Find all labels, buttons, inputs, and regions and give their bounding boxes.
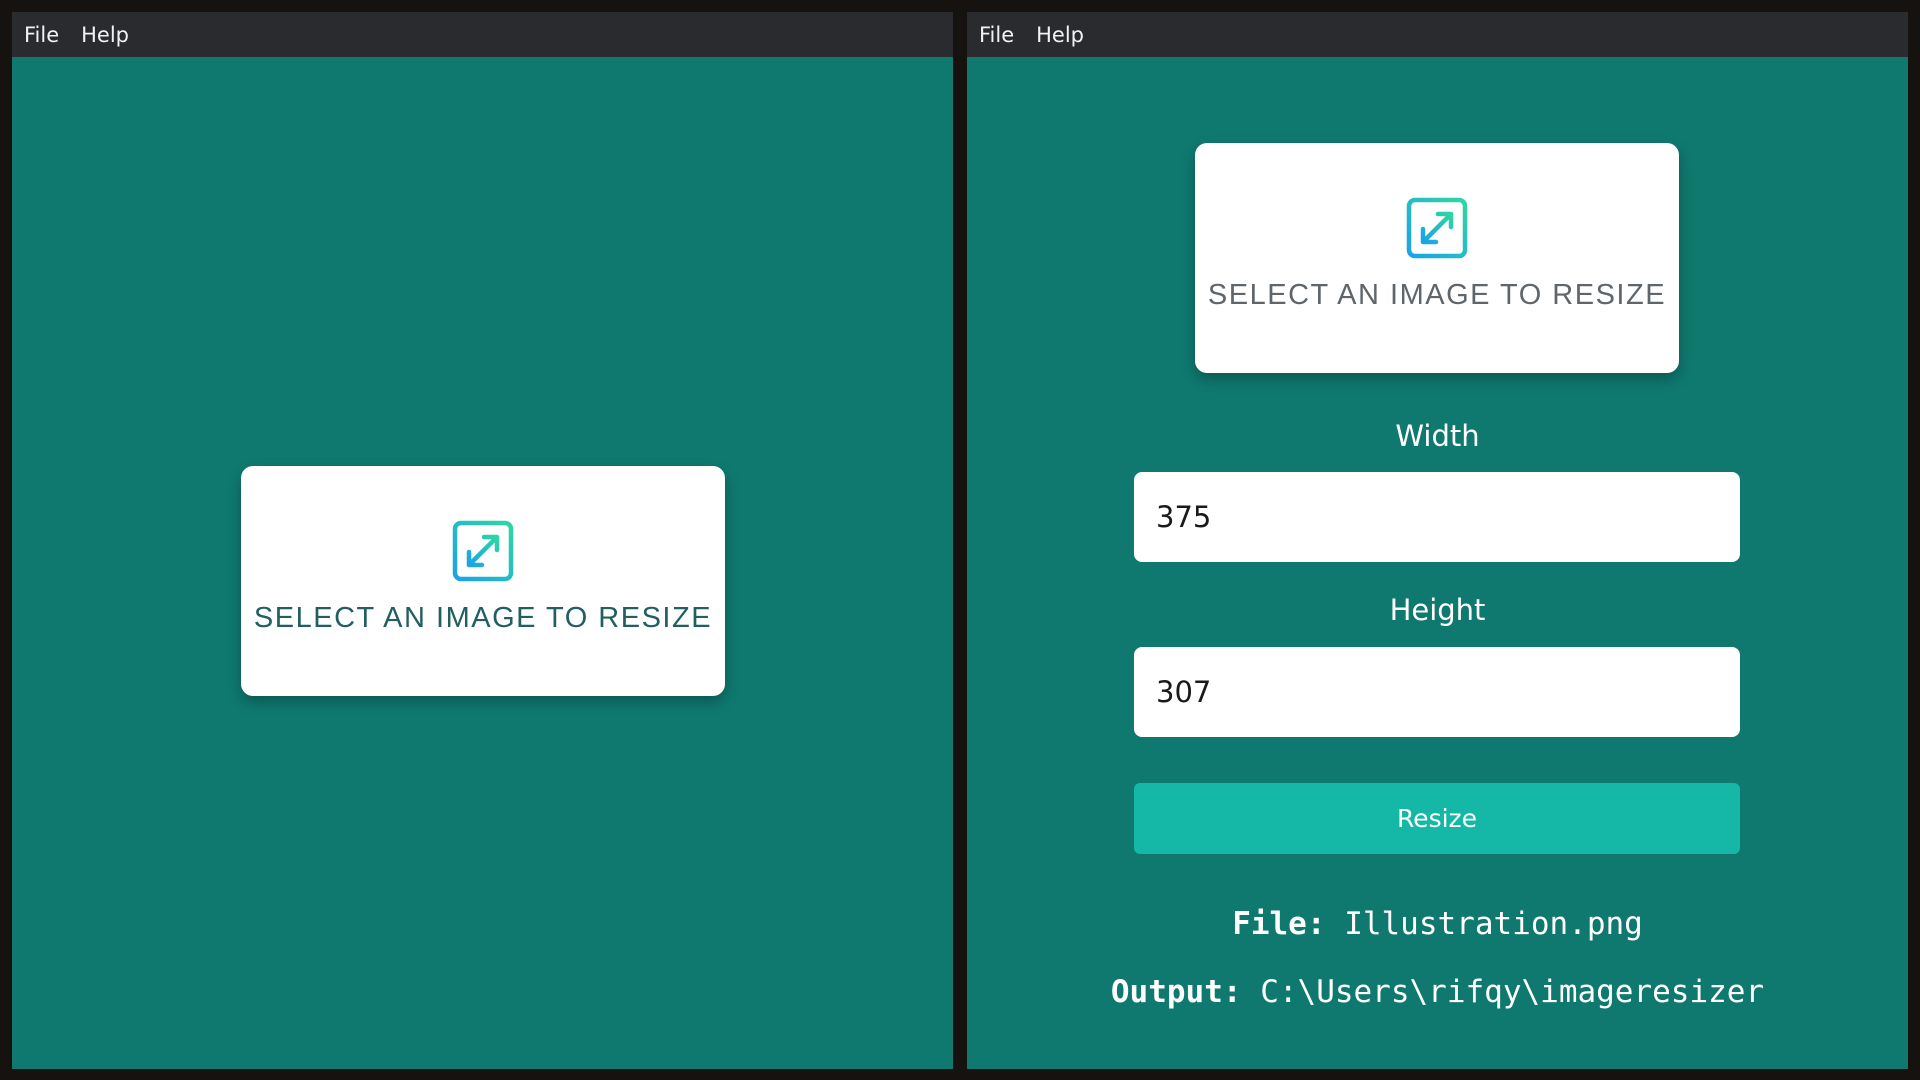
file-info-label: File: <box>1232 906 1326 942</box>
resize-arrows-icon <box>452 520 514 582</box>
file-name-value: Illustration.png <box>1344 906 1643 942</box>
menu-bar: File Help <box>12 12 953 57</box>
menu-file[interactable]: File <box>24 23 59 47</box>
output-info: Output: C:\Users\rifqy\imageresizer <box>967 974 1908 1010</box>
menu-help[interactable]: Help <box>1036 23 1084 47</box>
height-input[interactable] <box>1134 647 1740 737</box>
height-label: Height <box>1389 593 1486 627</box>
app-window-right: File Help SELECT AN IMAGE TO RESIZE Widt… <box>967 12 1908 1069</box>
select-image-label: SELECT AN IMAGE TO RESIZE <box>1207 279 1667 311</box>
resize-arrows-icon <box>1406 197 1468 259</box>
select-image-card[interactable]: SELECT AN IMAGE TO RESIZE <box>241 466 725 696</box>
output-path-value: C:\Users\rifqy\imageresizer <box>1260 974 1765 1010</box>
file-info: File: Illustration.png <box>967 906 1908 942</box>
app-window-left: File Help SELECT AN IMAGE TO RESIZE <box>12 12 953 1069</box>
select-image-label: SELECT AN IMAGE TO RESIZE <box>253 602 713 634</box>
width-input[interactable] <box>1134 472 1740 562</box>
output-info-label: Output: <box>1110 974 1242 1010</box>
menu-bar: File Help <box>967 12 1908 57</box>
resize-button[interactable]: Resize <box>1134 783 1740 854</box>
menu-help[interactable]: Help <box>81 23 129 47</box>
width-label: Width <box>1395 419 1480 453</box>
menu-file[interactable]: File <box>979 23 1014 47</box>
select-image-card[interactable]: SELECT AN IMAGE TO RESIZE <box>1195 143 1679 373</box>
